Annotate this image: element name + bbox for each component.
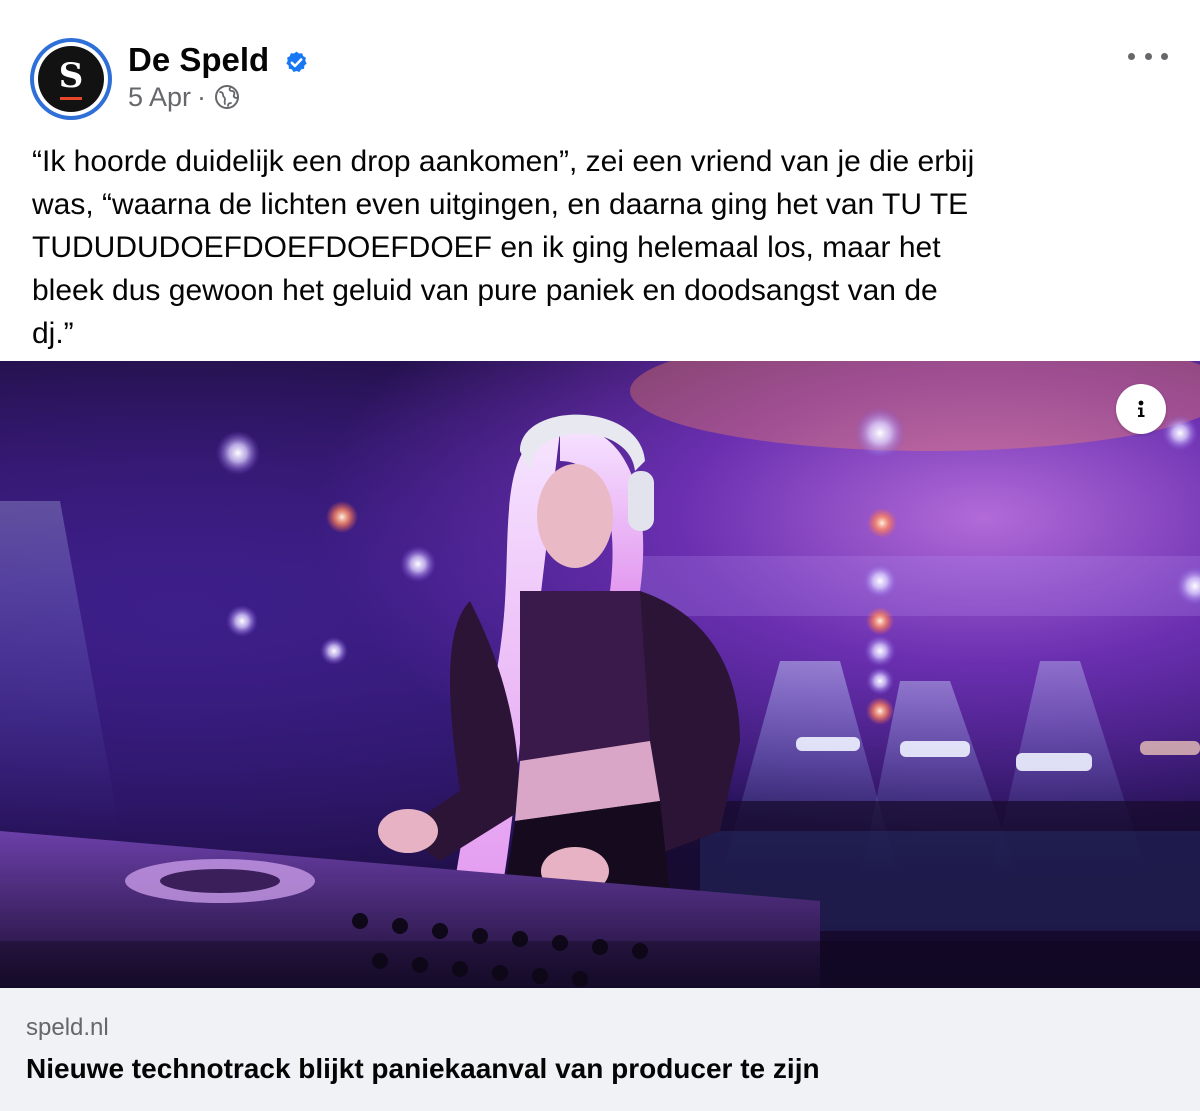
more-dot [1128,52,1135,60]
link-domain: speld.nl [26,1014,109,1041]
globe-icon [215,85,240,109]
dj-photo [0,361,1200,988]
de-speld-logo: S [38,46,104,112]
post-text-line: TUDUDUDOEFDOEFDOEFDOEF en ik ging helema… [32,231,941,264]
page-avatar[interactable]: S [30,38,112,120]
post-text-line: bleek dus gewoon het geluid van pure pan… [32,274,938,307]
more-dot [1161,52,1168,60]
more-dot [1144,52,1152,60]
info-button[interactable] [1116,384,1166,434]
verified-badge-icon [286,51,307,72]
link-preview-card[interactable] [0,988,1200,1111]
more-options-icon[interactable] [1128,42,1168,70]
post-text-line: “Ik hoorde duidelijk een drop aankomen”,… [32,145,975,178]
post-text: “Ik hoorde duidelijk een drop aankomen”,… [32,140,1182,355]
post-header: S De Speld 5 Apr · [0,0,1200,128]
link-preview-image[interactable] [0,361,1200,988]
page-name-link[interactable]: De Speld [128,40,269,80]
link-title[interactable]: Nieuwe technotrack blijkt paniekaanval v… [26,1052,820,1086]
post-text-line: dj.” [32,317,74,350]
post-meta: 5 Apr · [128,82,240,112]
info-icon [1138,400,1145,417]
post-text-line: was, “waarna de lichten even uitgingen, … [32,188,969,221]
post-date[interactable]: 5 Apr [128,82,191,112]
meta-separator: · [197,82,207,112]
logo-letter: S [58,55,84,96]
logo-bar [60,96,82,100]
